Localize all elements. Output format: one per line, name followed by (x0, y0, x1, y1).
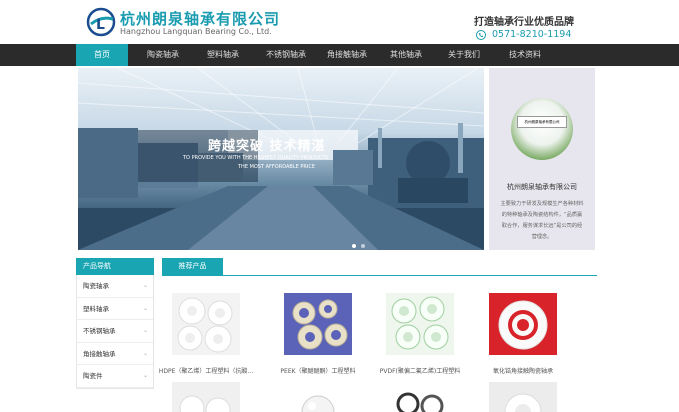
product-card[interactable]: PEEK（聚醚醚酮）工程塑料 (280, 293, 356, 375)
product-caption[interactable]: HDPE（聚乙烯）工程塑料（抗酸... (157, 366, 255, 375)
chevron-down-icon: ⌄ (142, 282, 148, 289)
phone-icon (476, 29, 486, 40)
product-nav-label: 角接触轴承 (83, 349, 116, 358)
company-english-name: Hangzhou Langquan Bearing Co., Ltd. (120, 27, 272, 36)
product-nav-item[interactable]: 陶瓷件 ⌄ (77, 365, 153, 388)
peek-bearings-icon (284, 293, 352, 355)
chevron-down-icon: ⌄ (142, 304, 148, 312)
site-header: L 杭州朗泉轴承有限公司 Hangzhou Langquan Bearing C… (0, 0, 679, 44)
pvdf-bearings-icon (386, 293, 454, 355)
product-image-partial[interactable] (489, 382, 557, 412)
phone-contact: 0571-8210-1194 (476, 29, 571, 40)
product-nav-label: 陶瓷轴承 (83, 282, 109, 290)
product-nav-item[interactable]: 角接触轴承 ⌄ (77, 343, 153, 365)
banner-pagination (352, 244, 365, 248)
slogan: 打造轴承行业优质品牌 (474, 17, 574, 28)
banner-dot-1[interactable] (352, 244, 356, 248)
banner-dot-2[interactable] (361, 244, 365, 248)
nav-tech-docs[interactable]: 技术资料 (499, 44, 551, 66)
recommended-header: 推荐产品 (162, 258, 223, 275)
about-card-description: 主要致力于研发及规模生产各种材料的特种轴承及陶瓷结构件，“品质赢取合作，服务谋求… (500, 201, 584, 240)
banner-title: 跨越突破 技术精湛 (208, 139, 326, 154)
about-card-title[interactable]: 杭州朗泉轴承有限公司 (489, 182, 595, 192)
nav-ceramic-bearings[interactable]: 陶瓷轴承 (137, 44, 189, 66)
company-logo-icon[interactable]: L (86, 7, 116, 37)
product-nav-item[interactable]: 塑料轴承 ⌄ (77, 298, 153, 320)
product-card[interactable]: PVDF(聚偏二氟乙烯)工程塑料 (380, 293, 460, 375)
chevron-down-icon: ⌄ (142, 327, 148, 334)
product-nav-header: 产品导航 (76, 258, 154, 275)
product-nav-label: 不锈钢轴承 (83, 327, 116, 335)
product-caption[interactable]: PEEK（聚醚醚酮）工程塑料 (269, 366, 367, 375)
nav-other-bearings[interactable]: 其他轴承 (380, 44, 432, 66)
product-image-partial[interactable] (172, 382, 240, 412)
main-nav: 首页 陶瓷轴承 塑料轴承 不锈钢轴承 角接触轴承 其他轴承 关于我们 技术资料 (0, 44, 679, 66)
nav-about-us[interactable]: 关于我们 (438, 44, 490, 66)
nav-plastic-bearings[interactable]: 塑料轴承 (197, 44, 249, 66)
phone-number: 0571-8210-1194 (492, 29, 572, 40)
chevron-down-icon: ⌄ (142, 349, 148, 357)
product-card[interactable]: 氧化锆角接触陶瓷轴承 (489, 293, 557, 375)
product-nav-label: 陶瓷件 (83, 372, 103, 380)
svg-text:L: L (96, 17, 105, 33)
hero-banner[interactable]: 跨越突破 技术精湛 TO PROVIDE YOU WITH THE HIGHES… (78, 68, 484, 250)
product-image-partial[interactable] (386, 382, 454, 412)
chevron-down-icon: ⌄ (142, 372, 148, 379)
banner-subtitle-1: TO PROVIDE YOU WITH THE HIGHEST QUALITY … (183, 155, 329, 161)
nav-stainless-bearings[interactable]: 不锈钢轴承 (260, 44, 312, 66)
about-card: 杭州朗泉轴承有限公司 杭州朗泉轴承有限公司 主要致力于研发及规模生产各种材料的特… (489, 68, 595, 250)
banner-subtitle-2: THE MOST AFFORDABLE PRICE (238, 164, 315, 170)
product-nav-list: 陶瓷轴承 ⌄ 塑料轴承 ⌄ 不锈钢轴承 ⌄ 角接触轴承 ⌄ 陶瓷件 ⌄ (76, 275, 154, 389)
company-sign-image: 杭州朗泉轴承有限公司 (511, 98, 573, 160)
product-card[interactable]: HDPE（聚乙烯）工程塑料（抗酸... (159, 293, 253, 375)
product-caption[interactable]: PVDF(聚偏二氟乙烯)工程塑料 (371, 366, 469, 375)
product-nav-item[interactable]: 不锈钢轴承 ⌄ (77, 320, 153, 343)
company-name: 杭州朗泉轴承有限公司 (120, 10, 281, 28)
nav-home[interactable]: 首页 (76, 44, 128, 66)
nav-angular-bearings[interactable]: 角接触轴承 (321, 44, 373, 66)
company-sign-plate: 杭州朗泉轴承有限公司 (517, 116, 567, 128)
product-nav-label: 塑料轴承 (83, 304, 109, 313)
product-nav-item[interactable]: 陶瓷轴承 ⌄ (77, 275, 153, 298)
product-image-partial[interactable] (284, 382, 352, 412)
zirconia-bearing-icon (489, 293, 557, 355)
product-caption[interactable]: 氧化锆角接触陶瓷轴承 (474, 366, 572, 375)
recommended-divider (162, 275, 597, 276)
white-ball-bearings-icon (172, 293, 240, 355)
